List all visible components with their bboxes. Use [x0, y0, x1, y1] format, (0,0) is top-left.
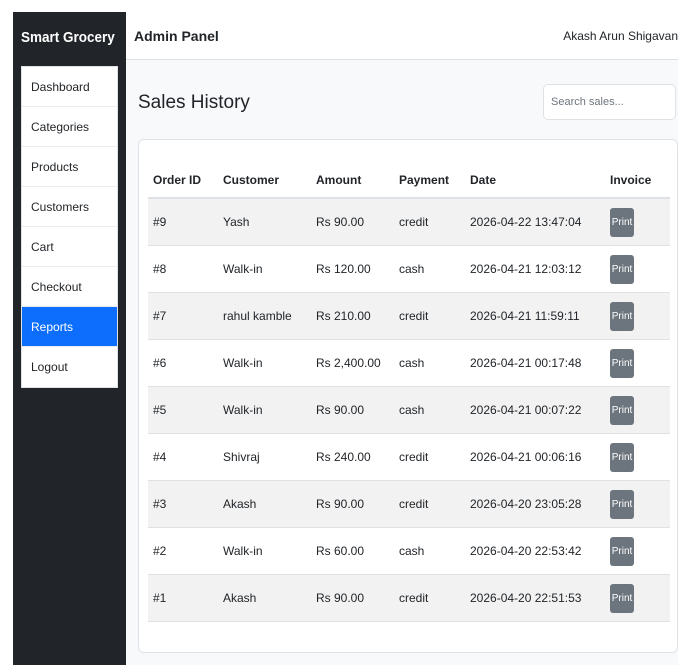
- payment-cell: cash: [394, 339, 465, 387]
- column-header-amount: Amount: [311, 163, 394, 199]
- date-cell: 2026-04-22 13:47:04: [465, 198, 605, 246]
- payment-cell: credit: [394, 198, 465, 246]
- column-header-invoice: Invoice: [605, 163, 670, 199]
- date-cell: 2026-04-20 23:05:28: [465, 480, 605, 528]
- invoice-cell: Print: [605, 433, 670, 481]
- sales-table: Order ID Customer Amount Payment Date In…: [148, 163, 670, 622]
- payment-cell: credit: [394, 480, 465, 528]
- print-button[interactable]: Print: [610, 442, 634, 472]
- customer-cell: Walk-in: [218, 386, 311, 434]
- invoice-cell: Print: [605, 198, 670, 246]
- invoice-cell: Print: [605, 527, 670, 575]
- payment-cell: cash: [394, 386, 465, 434]
- customer-cell: Walk-in: [218, 245, 311, 293]
- table-row: #6 Walk-in Rs 2,400.00 cash 2026-04-21 0…: [148, 339, 670, 387]
- customer-cell: Yash: [218, 198, 311, 246]
- date-cell: 2026-04-20 22:53:42: [465, 527, 605, 575]
- table-row: #9 Yash Rs 90.00 credit 2026-04-22 13:47…: [148, 198, 670, 246]
- date-cell: 2026-04-21 00:07:22: [465, 386, 605, 434]
- print-button[interactable]: Print: [610, 395, 634, 425]
- amount-cell: Rs 90.00: [311, 480, 394, 528]
- invoice-cell: Print: [605, 292, 670, 340]
- amount-cell: Rs 90.00: [311, 386, 394, 434]
- print-button[interactable]: Print: [610, 254, 634, 284]
- customer-cell: Walk-in: [218, 527, 311, 575]
- sidebar-item-products[interactable]: Products: [22, 147, 117, 187]
- customer-cell: rahul kamble: [218, 292, 311, 340]
- table-row: #2 Walk-in Rs 60.00 cash 2026-04-20 22:5…: [148, 527, 670, 575]
- print-button[interactable]: Print: [610, 489, 634, 519]
- customer-cell: Shivraj: [218, 433, 311, 481]
- date-cell: 2026-04-21 00:06:16: [465, 433, 605, 481]
- amount-cell: Rs 60.00: [311, 527, 394, 575]
- amount-cell: Rs 210.00: [311, 292, 394, 340]
- invoice-cell: Print: [605, 339, 670, 387]
- column-header-order-id: Order ID: [148, 163, 218, 199]
- amount-cell: Rs 120.00: [311, 245, 394, 293]
- order-id-cell: #6: [148, 339, 218, 387]
- column-header-date: Date: [465, 163, 605, 199]
- sidebar-item-cart[interactable]: Cart: [22, 227, 117, 267]
- invoice-cell: Print: [605, 480, 670, 528]
- order-id-cell: #3: [148, 480, 218, 528]
- payment-cell: cash: [394, 245, 465, 293]
- invoice-cell: Print: [605, 574, 670, 622]
- sidebar-nav: Dashboard Categories Products Customers …: [21, 66, 118, 388]
- amount-cell: Rs 90.00: [311, 574, 394, 622]
- top-bar: Admin Panel Akash Arun Shigavan: [126, 12, 678, 60]
- customer-cell: Akash: [218, 574, 311, 622]
- order-id-cell: #4: [148, 433, 218, 481]
- print-button[interactable]: Print: [610, 348, 634, 378]
- order-id-cell: #2: [148, 527, 218, 575]
- brand-title: Smart Grocery: [21, 29, 115, 46]
- table-row: #7 rahul kamble Rs 210.00 credit 2026-04…: [148, 292, 670, 340]
- page-title: Sales History: [138, 92, 250, 113]
- order-id-cell: #5: [148, 386, 218, 434]
- sidebar-item-categories[interactable]: Categories: [22, 107, 117, 147]
- user-name: Akash Arun Shigavan: [563, 29, 678, 43]
- print-button[interactable]: Print: [610, 301, 634, 331]
- column-header-customer: Customer: [218, 163, 311, 199]
- order-id-cell: #8: [148, 245, 218, 293]
- invoice-cell: Print: [605, 245, 670, 293]
- sidebar-item-reports[interactable]: Reports: [22, 307, 117, 347]
- table-row: #1 Akash Rs 90.00 credit 2026-04-20 22:5…: [148, 574, 670, 622]
- table-row: #4 Shivraj Rs 240.00 credit 2026-04-21 0…: [148, 433, 670, 481]
- table-row: #8 Walk-in Rs 120.00 cash 2026-04-21 12:…: [148, 245, 670, 293]
- sales-card: Order ID Customer Amount Payment Date In…: [138, 139, 678, 653]
- column-header-payment: Payment: [394, 163, 465, 199]
- amount-cell: Rs 240.00: [311, 433, 394, 481]
- print-button[interactable]: Print: [610, 207, 634, 237]
- table-row: #3 Akash Rs 90.00 credit 2026-04-20 23:0…: [148, 480, 670, 528]
- sidebar: Smart Grocery Dashboard Categories Produ…: [13, 12, 126, 665]
- customer-cell: Walk-in: [218, 339, 311, 387]
- search-input[interactable]: [543, 84, 676, 120]
- sidebar-item-dashboard[interactable]: Dashboard: [22, 67, 117, 107]
- main-area: Admin Panel Akash Arun Shigavan Sales Hi…: [126, 12, 678, 665]
- amount-cell: Rs 2,400.00: [311, 339, 394, 387]
- table-header-row: Order ID Customer Amount Payment Date In…: [148, 163, 670, 199]
- sidebar-item-logout[interactable]: Logout: [22, 347, 117, 387]
- payment-cell: cash: [394, 527, 465, 575]
- print-button[interactable]: Print: [610, 583, 634, 613]
- print-button[interactable]: Print: [610, 536, 634, 566]
- payment-cell: credit: [394, 574, 465, 622]
- sidebar-item-customers[interactable]: Customers: [22, 187, 117, 227]
- order-id-cell: #7: [148, 292, 218, 340]
- date-cell: 2026-04-20 22:51:53: [465, 574, 605, 622]
- customer-cell: Akash: [218, 480, 311, 528]
- order-id-cell: #1: [148, 574, 218, 622]
- amount-cell: Rs 90.00: [311, 198, 394, 246]
- sidebar-item-checkout[interactable]: Checkout: [22, 267, 117, 307]
- order-id-cell: #9: [148, 198, 218, 246]
- date-cell: 2026-04-21 12:03:12: [465, 245, 605, 293]
- invoice-cell: Print: [605, 386, 670, 434]
- payment-cell: credit: [394, 433, 465, 481]
- payment-cell: credit: [394, 292, 465, 340]
- table-row: #5 Walk-in Rs 90.00 cash 2026-04-21 00:0…: [148, 386, 670, 434]
- date-cell: 2026-04-21 11:59:11: [465, 292, 605, 340]
- header-title: Admin Panel: [134, 28, 219, 44]
- date-cell: 2026-04-21 00:17:48: [465, 339, 605, 387]
